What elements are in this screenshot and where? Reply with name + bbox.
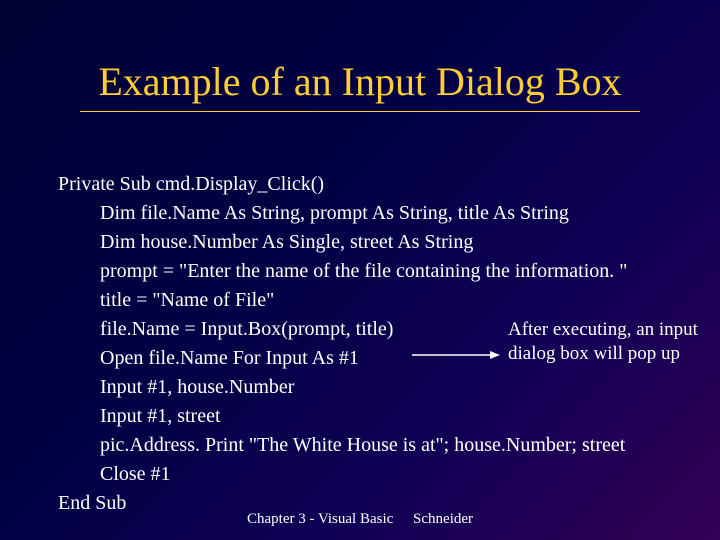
footer-left: Chapter 3 - Visual Basic (247, 511, 393, 527)
code-line: prompt = "Enter the name of the file con… (58, 257, 627, 286)
code-line: pic.Address. Print "The White House is a… (58, 431, 627, 460)
code-line: Private Sub cmd.Display_Click() (58, 170, 627, 199)
slide-title: Example of an Input Dialog Box (0, 0, 720, 105)
code-line: title = "Name of File" (58, 286, 627, 315)
annotation-line: dialog box will pop up (508, 342, 718, 366)
code-line: Input #1, street (58, 402, 627, 431)
code-line: Input #1, house.Number (58, 373, 627, 402)
title-underline (80, 111, 640, 112)
code-line: Dim file.Name As String, prompt As Strin… (58, 199, 627, 228)
arrow-icon (412, 350, 500, 352)
footer-right: Schneider (413, 511, 473, 527)
annotation: After executing, an input dialog box wil… (508, 318, 718, 366)
code-line: Close #1 (58, 460, 627, 489)
footer: Chapter 3 - Visual Basic Schneider (0, 511, 720, 528)
code-line: Dim house.Number As Single, street As St… (58, 228, 627, 257)
annotation-line: After executing, an input (508, 318, 718, 342)
